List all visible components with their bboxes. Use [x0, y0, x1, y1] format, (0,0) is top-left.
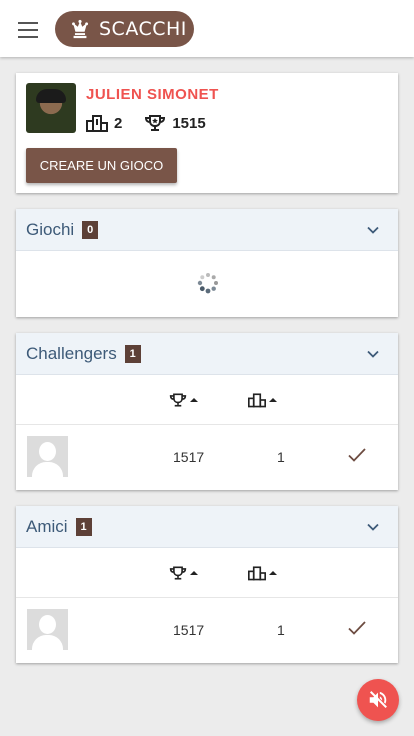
accept-check-icon[interactable] [347, 620, 367, 636]
loading-spinner-icon [197, 273, 218, 294]
friend-rank: 1 [277, 622, 285, 638]
friends-count-badge: 1 [75, 517, 92, 536]
games-count-badge: 0 [82, 220, 99, 239]
trophy-icon [145, 115, 166, 131]
chess-king-icon [72, 19, 89, 39]
sort-by-rank[interactable] [248, 392, 277, 408]
top-app-bar: SCACCHI [0, 0, 414, 57]
avatar-placeholder [27, 436, 68, 477]
challenger-rank: 1 [277, 449, 285, 465]
sort-asc-icon [190, 571, 198, 575]
challengers-panel: Challengers 1 1517 1 [16, 333, 398, 490]
games-panel: Giochi 0 [16, 209, 398, 317]
sort-asc-icon [269, 571, 277, 575]
brand-title: SCACCHI [99, 18, 187, 40]
player-name: JULIEN SIMONET [86, 86, 219, 103]
chevron-down-icon[interactable] [366, 520, 380, 534]
podium-icon [86, 115, 108, 132]
sort-by-rank[interactable] [248, 565, 277, 581]
avatar [26, 83, 76, 133]
sort-asc-icon [269, 398, 277, 402]
trophy-icon [169, 393, 187, 407]
challengers-panel-title: Challengers [26, 343, 117, 363]
podium-icon [248, 566, 266, 581]
friends-panel-header[interactable]: Amici 1 [16, 506, 398, 548]
friends-panel: Amici 1 1517 1 [16, 506, 398, 663]
volume-off-icon [369, 691, 387, 709]
challengers-panel-header[interactable]: Challengers 1 [16, 333, 398, 375]
sort-asc-icon [190, 398, 198, 402]
challengers-table-header [16, 375, 398, 425]
player-rating: 1515 [172, 114, 206, 132]
friends-table-header [16, 548, 398, 598]
brand-logo-pill[interactable]: SCACCHI [55, 11, 194, 47]
challenger-rating: 1517 [173, 449, 205, 465]
table-row[interactable]: 1517 1 [16, 598, 398, 662]
games-panel-header[interactable]: Giochi 0 [16, 209, 398, 251]
friend-rating: 1517 [173, 622, 205, 638]
profile-card: JULIEN SIMONET 2 1515 CREARE UN GIOCO [16, 73, 398, 193]
chevron-down-icon[interactable] [366, 223, 380, 237]
player-rank: 2 [114, 114, 123, 132]
podium-icon [248, 393, 266, 408]
friends-panel-title: Amici [26, 516, 68, 536]
hamburger-icon[interactable] [18, 22, 38, 38]
sort-by-rating[interactable] [169, 565, 198, 581]
games-panel-title: Giochi [26, 219, 75, 239]
trophy-icon [169, 566, 187, 580]
accept-check-icon[interactable] [347, 447, 367, 463]
player-stats: 2 1515 [86, 114, 206, 132]
sound-toggle-button[interactable] [357, 679, 399, 721]
chevron-down-icon[interactable] [366, 347, 380, 361]
challengers-count-badge: 1 [124, 344, 141, 363]
avatar-placeholder [27, 609, 68, 650]
sort-by-rating[interactable] [169, 392, 198, 408]
create-game-button[interactable]: CREARE UN GIOCO [26, 148, 177, 183]
table-row[interactable]: 1517 1 [16, 425, 398, 489]
